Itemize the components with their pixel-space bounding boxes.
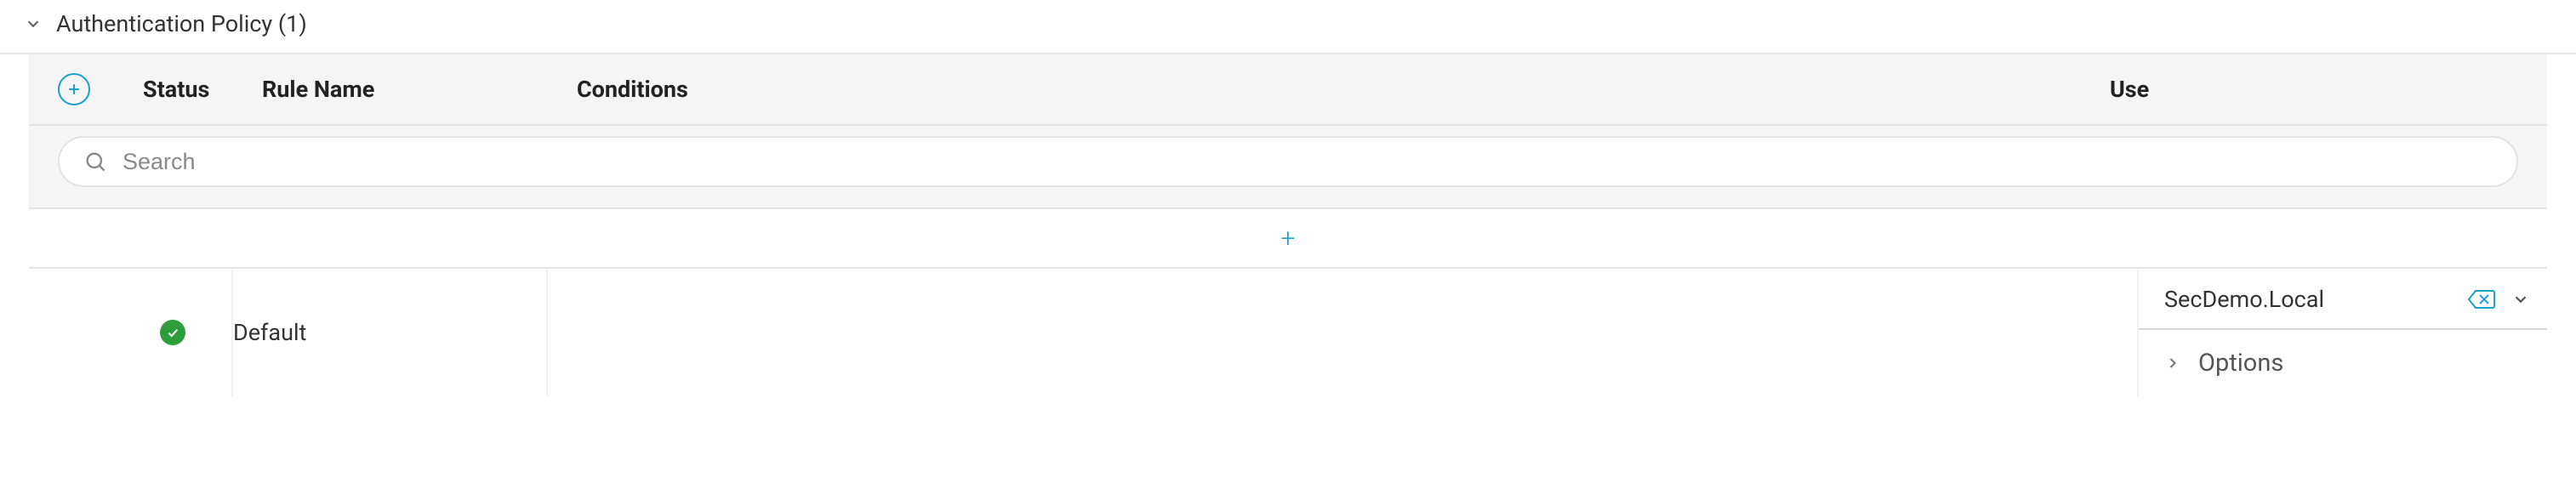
table-header: Status Rule Name Conditions Use: [29, 54, 2547, 126]
table-row: Default SecDemo.Local: [29, 269, 2547, 396]
chevron-down-icon[interactable]: [2511, 290, 2530, 309]
search-icon: [83, 150, 107, 173]
insert-rule-button[interactable]: +: [1281, 224, 1296, 253]
header-use: Use: [2110, 76, 2518, 103]
add-rule-button[interactable]: [58, 73, 90, 105]
header-conditions: Conditions: [577, 76, 2110, 103]
status-enabled-icon: [160, 320, 185, 345]
clear-icon[interactable]: [2467, 288, 2496, 310]
chevron-right-icon: [2164, 355, 2181, 372]
options-label: Options: [2198, 349, 2283, 378]
header-rule-name: Rule Name: [262, 76, 577, 103]
search-row: [29, 126, 2547, 209]
header-status: Status: [143, 76, 262, 103]
use-select[interactable]: SecDemo.Local: [2139, 269, 2547, 330]
use-value: SecDemo.Local: [2164, 286, 2324, 313]
search-input[interactable]: [123, 149, 2493, 175]
rule-name: Default: [233, 319, 306, 346]
chevron-down-icon: [24, 14, 43, 33]
options-toggle[interactable]: Options: [2139, 330, 2547, 396]
section-title: Authentication Policy (1): [56, 10, 307, 37]
section-header[interactable]: Authentication Policy (1): [0, 0, 2576, 54]
search-box[interactable]: [58, 136, 2518, 187]
insert-rule-row: +: [29, 209, 2547, 269]
